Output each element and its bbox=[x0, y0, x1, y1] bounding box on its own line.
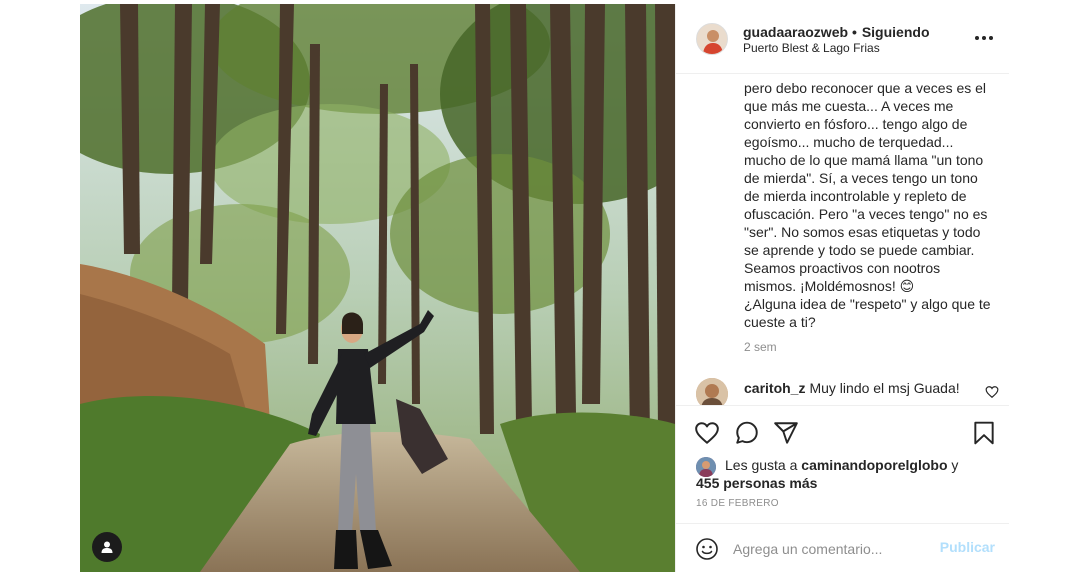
caption-line: pero debo reconocer que a veces es el bbox=[744, 80, 987, 96]
likes-suffix: y bbox=[947, 457, 959, 473]
more-options-icon[interactable] bbox=[975, 32, 995, 44]
header-separator: • bbox=[852, 24, 857, 40]
emoji-icon[interactable] bbox=[695, 537, 719, 561]
likes-summary: Les gusta a caminandoporelglobo y 455 pe… bbox=[696, 456, 996, 492]
caption-line: Seamos proactivos con nootros bbox=[744, 260, 941, 276]
likes-count[interactable]: 455 personas más bbox=[696, 474, 996, 492]
post-header: guadaaraozweb • Siguiendo Puerto Blest & … bbox=[676, 4, 1009, 74]
heart-icon[interactable] bbox=[694, 420, 720, 446]
comments-area[interactable]: pero debo reconocer que a veces es el qu… bbox=[676, 75, 1009, 405]
header-title: guadaaraozweb • Siguiendo bbox=[743, 24, 930, 40]
liker-avatar-image bbox=[696, 457, 716, 477]
post-actions: Les gusta a caminandoporelglobo y 455 pe… bbox=[676, 405, 1009, 523]
author-avatar[interactable] bbox=[696, 23, 728, 55]
caption-line: se aprende y todo se puede cambiar. bbox=[744, 242, 975, 258]
comment-icon[interactable] bbox=[734, 420, 760, 446]
instagram-post: guadaaraozweb • Siguiendo Puerto Blest & … bbox=[80, 4, 1009, 572]
commenter-avatar[interactable] bbox=[696, 378, 728, 405]
caption-line: mucho de lo que mamá llama "un tono bbox=[744, 152, 984, 168]
bookmark-icon[interactable] bbox=[971, 420, 997, 446]
user-tag-icon bbox=[101, 541, 113, 553]
add-comment-bar: Publicar bbox=[676, 523, 1009, 572]
comment-like-heart-icon[interactable] bbox=[985, 385, 999, 399]
caption-line: ofuscación. Pero "a veces tengo" no es bbox=[744, 206, 988, 222]
following-button[interactable]: Siguiendo bbox=[862, 24, 930, 40]
author-avatar-image bbox=[697, 24, 727, 54]
post-location[interactable]: Puerto Blest & Lago Frias bbox=[743, 41, 880, 55]
comment-text: Muy lindo el msj Guada! bbox=[809, 380, 960, 396]
caption-line: "ser". No somos esas etiquetas y todo bbox=[744, 224, 981, 240]
post-caption: pero debo reconocer que a veces es el qu… bbox=[744, 79, 994, 331]
caption-timestamp[interactable]: 2 sem bbox=[744, 340, 777, 354]
user-tag-button[interactable] bbox=[92, 532, 122, 562]
caption-line: mismos. ¡Moldémosnos! 😊 bbox=[744, 278, 915, 294]
caption-line: egoísmo... mucho de terquedad... bbox=[744, 134, 954, 150]
likes-prefix: Les gusta a bbox=[725, 457, 802, 473]
post-photo[interactable] bbox=[80, 4, 675, 572]
commenter-username[interactable]: caritoh_z bbox=[744, 380, 805, 396]
caption-line: convierto en fósforo... tengo algo de bbox=[744, 116, 968, 132]
comment-item: caritoh_z Muy lindo el msj Guada! bbox=[744, 380, 960, 396]
publish-button[interactable]: Publicar bbox=[940, 539, 995, 555]
commenter-avatar-image bbox=[696, 378, 728, 405]
caption-line: ¿Alguna idea de "respeto" y algo que te bbox=[744, 296, 991, 312]
caption-line: que más me cuesta... A veces me bbox=[744, 98, 954, 114]
liker-avatar[interactable] bbox=[696, 457, 716, 477]
caption-line: de mierda incontrolable y repleto de bbox=[744, 188, 967, 204]
caption-line: cueste a ti? bbox=[744, 314, 816, 330]
post-sidebar: guadaaraozweb • Siguiendo Puerto Blest & … bbox=[675, 4, 1009, 572]
liker-username[interactable]: caminandoporelglobo bbox=[801, 457, 947, 473]
caption-line: de mierda". Sí, a veces tengo un tono bbox=[744, 170, 978, 186]
share-icon[interactable] bbox=[773, 420, 799, 446]
comment-input[interactable] bbox=[733, 538, 923, 560]
author-username[interactable]: guadaaraozweb bbox=[743, 24, 848, 40]
post-date[interactable]: 16 DE FEBRERO bbox=[696, 498, 779, 509]
forest-photo-image bbox=[80, 4, 675, 572]
